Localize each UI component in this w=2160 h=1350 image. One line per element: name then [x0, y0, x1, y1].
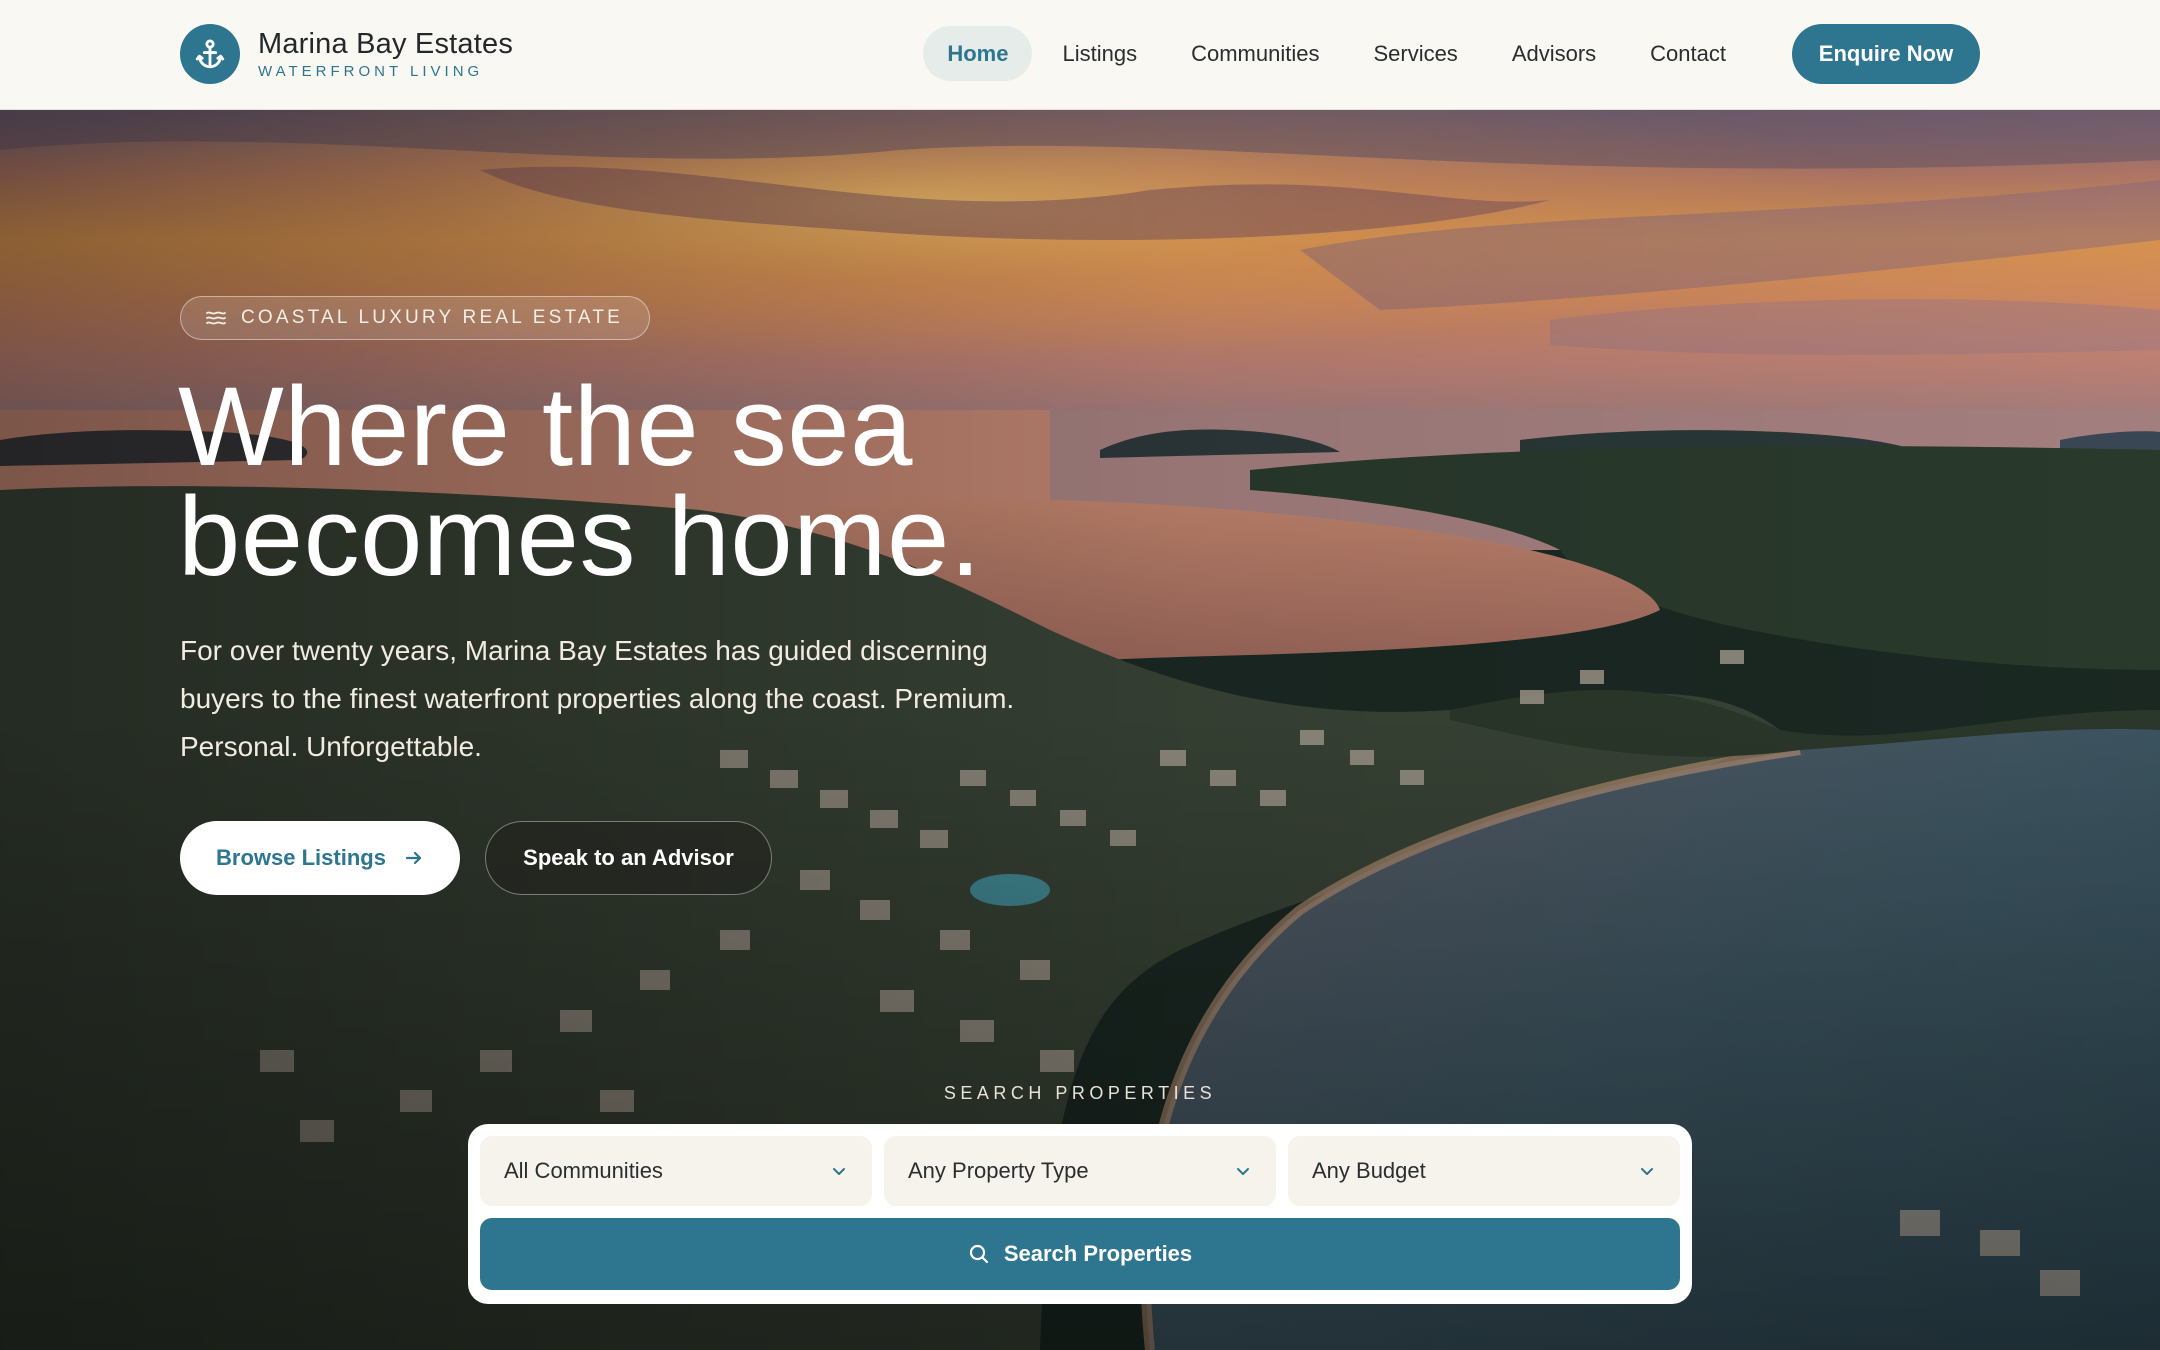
anchor-icon [180, 24, 240, 84]
search-icon [968, 1243, 990, 1265]
nav-item-contact[interactable]: Contact [1626, 26, 1750, 81]
brand[interactable]: Marina Bay Estates WATERFRONT LIVING [180, 24, 513, 84]
search-properties-button[interactable]: Search Properties [480, 1218, 1680, 1290]
browse-listings-button[interactable]: Browse Listings [180, 821, 460, 895]
hero-headline: Where the sea becomes home. [178, 371, 1278, 593]
chevron-down-icon [1234, 1162, 1252, 1180]
nav-item-home[interactable]: Home [923, 26, 1033, 81]
enquire-now-button[interactable]: Enquire Now [1792, 24, 1980, 84]
nav-item-listings[interactable]: Listings [1038, 26, 1161, 81]
hero-eyebrow-text: COASTAL LUXURY REAL ESTATE [241, 307, 624, 328]
waves-icon [205, 309, 227, 327]
hero-lede: For over twenty years, Marina Bay Estate… [180, 635, 1015, 762]
chevron-down-icon [1638, 1162, 1656, 1180]
nav-item-advisors[interactable]: Advisors [1488, 26, 1620, 81]
arrow-right-icon [404, 848, 424, 868]
property-type-select-value: Any Property Type [908, 1158, 1089, 1183]
search-section-label: SEARCH PROPERTIES [943, 1083, 1217, 1103]
nav-item-communities[interactable]: Communities [1167, 26, 1343, 81]
hero-headline-line-2: becomes home. [178, 474, 982, 599]
brand-name: Marina Bay Estates [258, 28, 514, 60]
brand-tagline: WATERFRONT LIVING [258, 63, 484, 80]
main-nav: Home Listings Communities Services Advis… [917, 26, 1750, 81]
property-type-select[interactable]: Any Property Type [884, 1136, 1276, 1206]
property-search-panel: All Communities Any Property Type Any Bu… [468, 1124, 1692, 1304]
search-properties-label: Search Properties [1003, 1241, 1193, 1266]
budget-select[interactable]: Any Budget [1288, 1136, 1680, 1206]
speak-to-advisor-button[interactable]: Speak to an Advisor [485, 821, 772, 895]
hero-section: COASTAL LUXURY REAL ESTATE Where the sea… [0, 110, 2160, 1350]
community-select-value: All Communities [504, 1158, 663, 1183]
site-header: Marina Bay Estates WATERFRONT LIVING Hom… [0, 0, 2160, 110]
browse-listings-label: Browse Listings [216, 845, 386, 870]
budget-select-value: Any Budget [1312, 1158, 1426, 1183]
nav-item-services[interactable]: Services [1349, 26, 1481, 81]
community-select[interactable]: All Communities [480, 1136, 872, 1206]
hero-headline-line-1: Where the sea [178, 364, 913, 489]
hero-eyebrow-badge: COASTAL LUXURY REAL ESTATE [180, 296, 651, 340]
chevron-down-icon [830, 1162, 848, 1180]
